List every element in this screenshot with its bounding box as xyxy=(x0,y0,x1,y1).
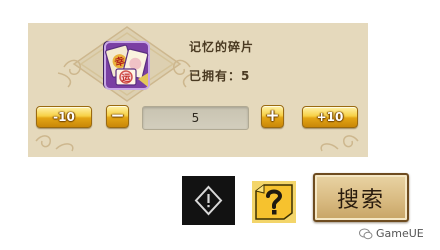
item-name: 记忆的碎片 xyxy=(189,40,255,54)
alert-button[interactable] xyxy=(182,176,235,225)
quantity-input[interactable]: 5 xyxy=(142,106,249,130)
plus-1-button[interactable]: + xyxy=(261,105,284,128)
memory-fragment-card-icon: 幸 运 xyxy=(103,41,150,90)
owned-label: 已拥有： xyxy=(189,69,242,83)
item-quantity-panel: 幸 运 记忆的碎片 已拥有：5 -10 − 5 + +10 xyxy=(28,23,368,157)
watermark-text: GameUE xyxy=(376,227,424,240)
wechat-icon xyxy=(359,228,373,239)
question-mark-icon xyxy=(252,181,296,223)
svg-text:运: 运 xyxy=(121,73,131,84)
minus-1-button[interactable]: − xyxy=(106,105,129,128)
search-button[interactable]: 搜索 xyxy=(313,173,409,222)
watermark: GameUE xyxy=(359,227,424,240)
plus-10-button[interactable]: +10 xyxy=(302,106,358,128)
alert-diamond-icon xyxy=(194,185,223,216)
owned-count-row: 已拥有：5 xyxy=(189,67,249,84)
quantity-picker-screen: 幸 运 记忆的碎片 已拥有：5 -10 − 5 + +10 搜索 GameUE xyxy=(0,0,440,250)
minus-10-button[interactable]: -10 xyxy=(36,106,92,128)
owned-count: 5 xyxy=(241,69,250,83)
help-button[interactable] xyxy=(252,181,296,223)
